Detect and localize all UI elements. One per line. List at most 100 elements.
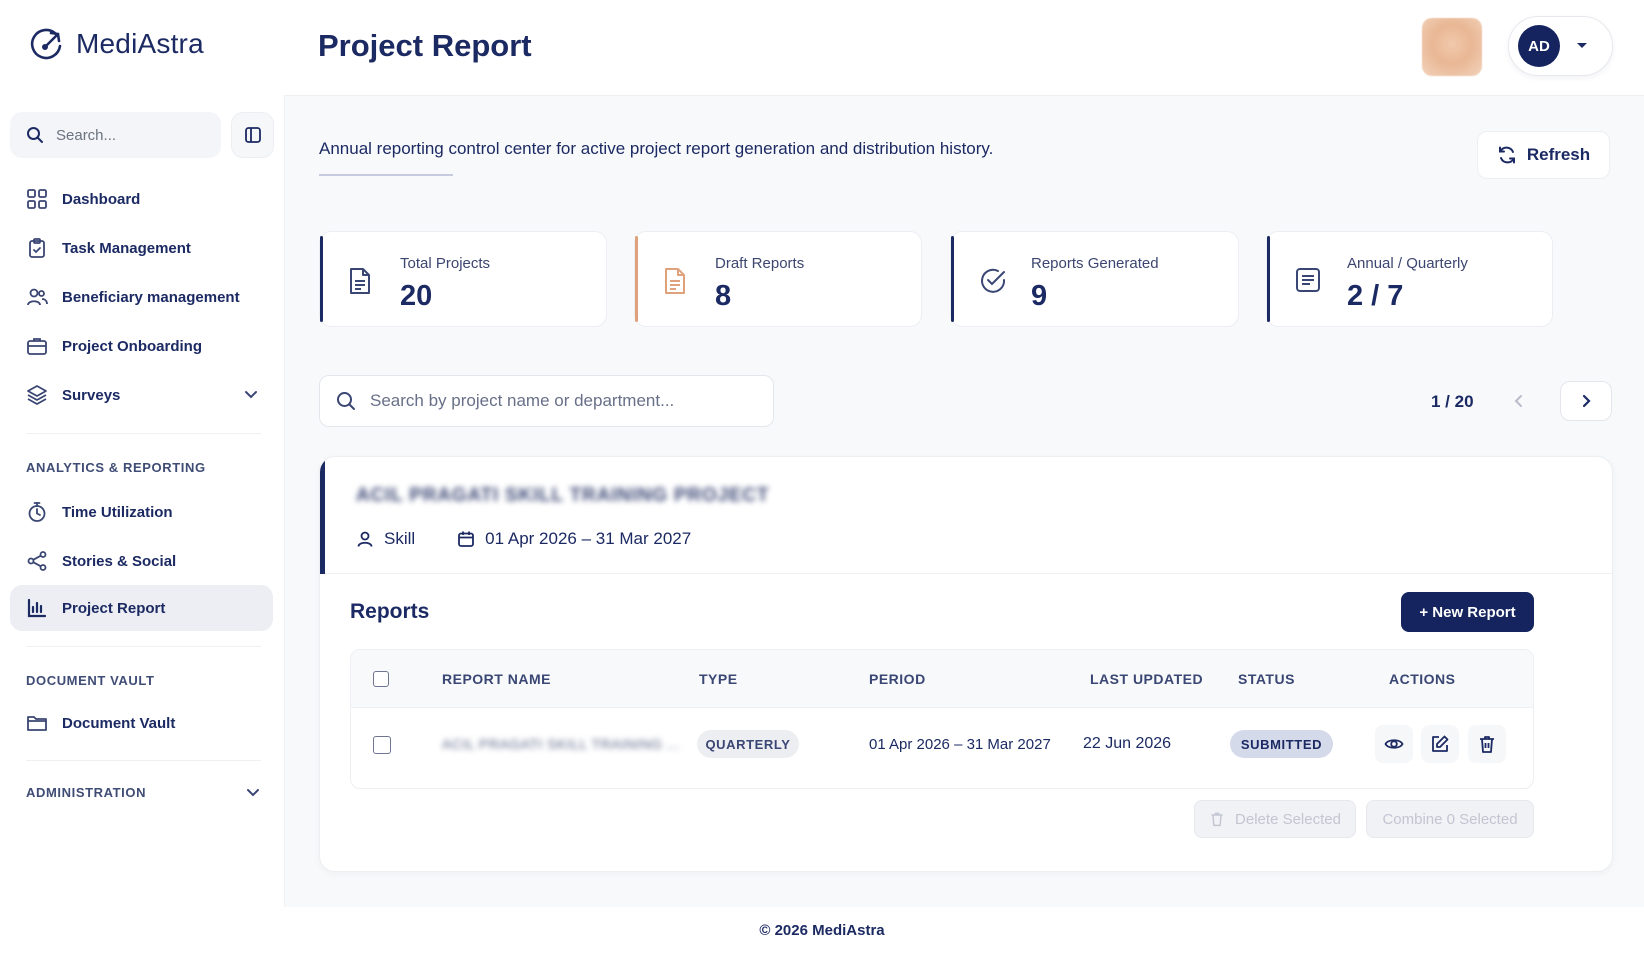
sidebar-item-document-vault[interactable]: Document Vault [10, 700, 273, 746]
sidebar-item-dashboard[interactable]: Dashboard [10, 176, 273, 222]
sidebar-search[interactable] [10, 112, 221, 158]
column-header-period: PERIOD [869, 671, 926, 687]
column-header-actions: ACTIONS [1389, 671, 1456, 687]
page-subtitle: Annual reporting control center for acti… [319, 139, 994, 158]
list-document-icon [1295, 267, 1321, 293]
section-title-analytics: ANALYTICS & REPORTING [26, 460, 206, 475]
briefcase-icon [26, 335, 48, 357]
refresh-button[interactable]: Refresh [1477, 131, 1610, 179]
sidebar: MediAstra Dashboard Task Management Bene… [0, 0, 284, 957]
sidebar-item-time-utilization[interactable]: Time Utilization [10, 489, 273, 535]
search-icon [26, 126, 44, 144]
sidebar-item-project-onboarding[interactable]: Project Onboarding [10, 323, 273, 369]
edit-report-button[interactable] [1421, 725, 1459, 763]
project-search-input[interactable] [370, 391, 750, 411]
sidebar-item-label: Project Report [62, 599, 166, 617]
stat-card-total-projects: Total Projects 20 [319, 231, 607, 327]
previous-page-button[interactable] [1501, 383, 1537, 419]
stat-card-annual-quarterly: Annual / Quarterly 2 / 7 [1266, 231, 1553, 327]
sidebar-item-stories-social[interactable]: Stories & Social [10, 538, 273, 584]
section-title-administration[interactable]: ADMINISTRATION [26, 785, 259, 800]
trash-icon [1209, 811, 1225, 827]
delete-report-button[interactable] [1468, 725, 1506, 763]
row-checkbox[interactable] [373, 736, 391, 754]
status-badge: SUBMITTED [1230, 730, 1333, 758]
sidebar-item-beneficiary-management[interactable]: Beneficiary management [10, 274, 273, 320]
column-header-status: STATUS [1238, 671, 1295, 687]
brand-logo[interactable]: MediAstra [30, 26, 204, 62]
chevron-down-icon [245, 784, 261, 800]
stat-value: 8 [715, 280, 732, 312]
calendar-icon [457, 530, 475, 548]
sidebar-item-task-management[interactable]: Task Management [10, 225, 273, 271]
trash-icon [1477, 734, 1497, 754]
report-name[interactable]: ACIL PRAGATI SKILL TRAINING ... [442, 736, 680, 752]
sidebar-search-input[interactable] [56, 126, 196, 144]
column-header-report-name: REPORT NAME [442, 671, 551, 687]
sidebar-item-label: Stories & Social [62, 552, 177, 570]
subtitle-underline [319, 174, 453, 176]
project-name: ACIL PRAGATI SKILL TRAINING PROJECT [356, 485, 770, 506]
stat-label: Total Projects [400, 255, 491, 272]
sidebar-collapse-button[interactable] [231, 112, 274, 158]
combine-selected-button[interactable]: Combine 0 Selected [1366, 800, 1534, 838]
chevron-down-icon [243, 386, 259, 402]
stat-value: 20 [400, 280, 433, 312]
sidebar-item-label: Task Management [62, 239, 191, 257]
users-icon [26, 286, 48, 308]
grid-icon [26, 188, 48, 210]
delete-selected-button[interactable]: Delete Selected [1194, 800, 1356, 838]
sidebar-item-surveys[interactable]: Surveys [10, 372, 273, 418]
layers-icon [26, 384, 48, 406]
table-row: ACIL PRAGATI SKILL TRAINING ... QUARTERL… [351, 708, 1533, 782]
user-icon [356, 530, 374, 548]
next-page-button[interactable] [1560, 381, 1612, 421]
project-meta: Skill 01 Apr 2026 – 31 Mar 2027 [356, 529, 691, 549]
project-accent-bar [320, 457, 325, 574]
table-header: REPORT NAME TYPE PERIOD LAST UPDATED STA… [351, 650, 1533, 708]
sidebar-divider [26, 760, 261, 761]
sidebar-divider [26, 433, 261, 434]
stat-value: 9 [1031, 280, 1048, 312]
stat-card-reports-generated: Reports Generated 9 [950, 231, 1239, 327]
reports-title: Reports [350, 600, 430, 623]
project-department: Skill [384, 529, 416, 548]
select-all-checkbox[interactable] [373, 671, 389, 687]
rocket-logo-icon [30, 26, 66, 62]
project-search[interactable] [319, 375, 774, 427]
sidebar-item-project-report[interactable]: Project Report [10, 585, 273, 631]
refresh-label: Refresh [1526, 145, 1591, 164]
delete-selected-label: Delete Selected [1235, 810, 1341, 828]
column-header-last-updated: LAST UPDATED [1090, 671, 1204, 687]
chevron-right-icon [1579, 394, 1593, 408]
bar-chart-icon [26, 597, 48, 619]
share-icon [26, 550, 48, 572]
brand-name: MediAstra [76, 28, 204, 59]
chevron-left-icon [1512, 394, 1526, 408]
search-icon [336, 391, 356, 411]
section-title-administration-label: ADMINISTRATION [26, 785, 147, 800]
stat-label: Annual / Quarterly [1347, 255, 1468, 272]
report-period: 01 Apr 2026 – 31 Mar 2027 [869, 736, 1051, 753]
main-content: Annual reporting control center for acti… [284, 95, 1644, 907]
profile-photo[interactable] [1422, 18, 1482, 76]
sidebar-item-label: Dashboard [62, 190, 141, 208]
stat-accent-bar [1267, 236, 1270, 322]
user-menu[interactable]: AD [1508, 16, 1613, 76]
stat-accent-bar [635, 236, 638, 322]
stat-value: 2 / 7 [1347, 280, 1404, 312]
project-header: ACIL PRAGATI SKILL TRAINING PROJECT Skil… [320, 457, 1612, 574]
stat-label: Reports Generated [1031, 255, 1159, 272]
sidebar-item-label: Project Onboarding [62, 337, 203, 355]
sidebar-item-label: Document Vault [62, 714, 176, 732]
sidebar-item-label: Surveys [62, 386, 121, 404]
avatar: AD [1518, 25, 1560, 67]
view-report-button[interactable] [1375, 725, 1413, 763]
new-report-button[interactable]: + New Report [1401, 592, 1534, 632]
draft-document-icon [663, 267, 687, 295]
sidebar-divider [26, 646, 261, 647]
project-period: 01 Apr 2026 – 31 Mar 2027 [485, 529, 692, 548]
sidebar-item-label: Time Utilization [62, 503, 173, 521]
footer-copyright: © 2026 MediAstra [759, 922, 885, 939]
stat-accent-bar [951, 236, 954, 322]
